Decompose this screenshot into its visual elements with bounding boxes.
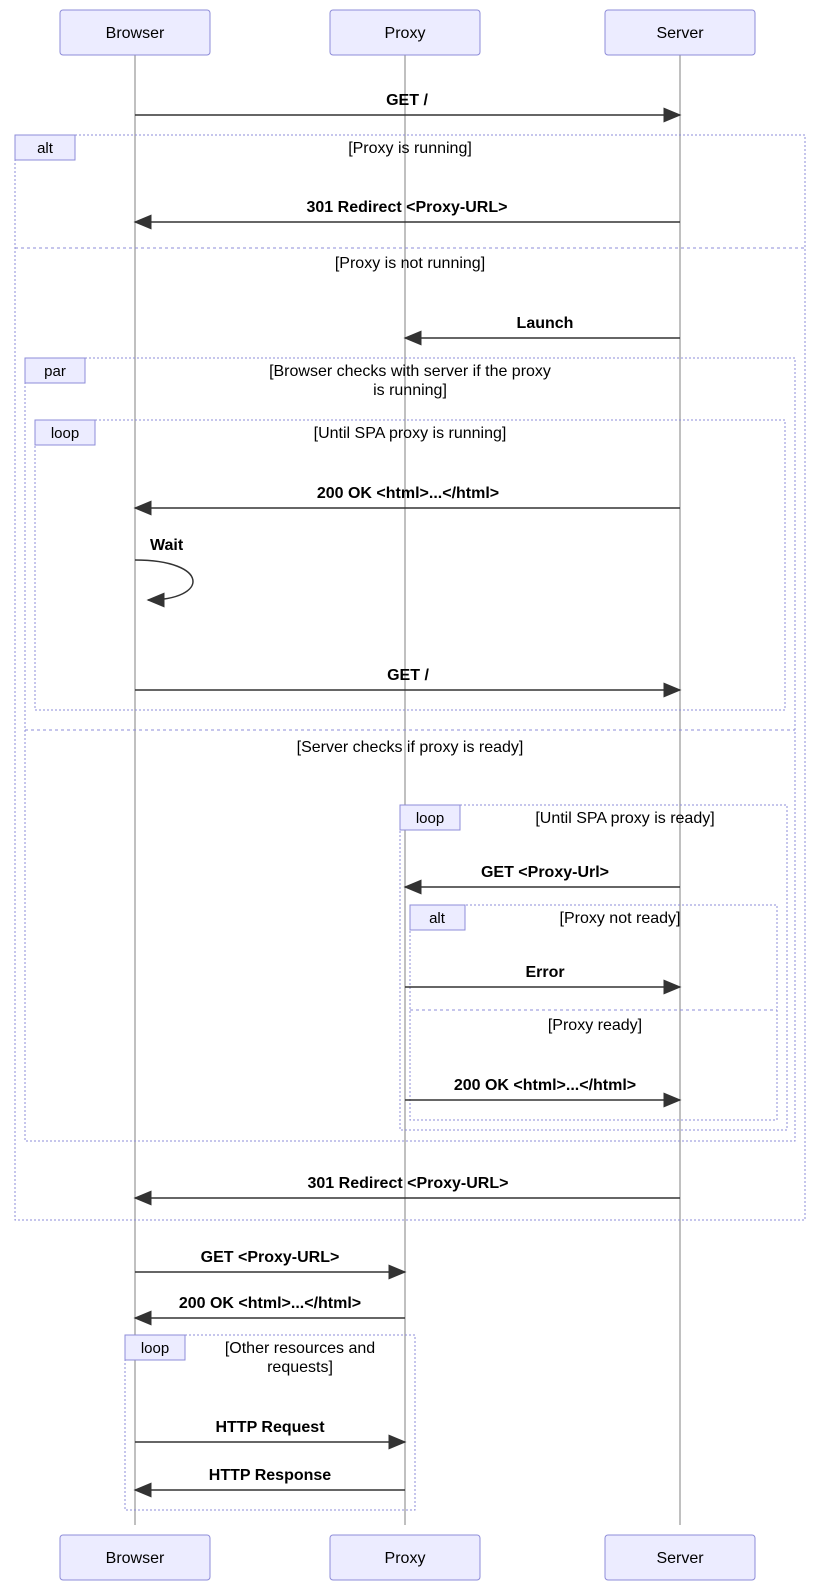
guard-browser-checks-2: is running] bbox=[373, 382, 447, 399]
fragment-loop-1-label: loop bbox=[35, 420, 95, 445]
guard-proxy-ready: [Proxy ready] bbox=[548, 1017, 642, 1034]
msg-wait: Wait bbox=[150, 537, 184, 554]
guard-until-ready: [Until SPA proxy is ready] bbox=[535, 810, 714, 827]
participant-proxy-label: Proxy bbox=[385, 25, 426, 42]
participant-browser-bottom: Browser bbox=[60, 1535, 210, 1580]
fragment-loop-3-label: loop bbox=[125, 1335, 185, 1360]
svg-text:Proxy: Proxy bbox=[385, 1550, 426, 1567]
guard-proxy-not-ready: [Proxy not ready] bbox=[560, 910, 681, 927]
fragment-par-label: par bbox=[25, 358, 85, 383]
msg-get-root-2: GET / bbox=[387, 667, 429, 684]
arrow-wait bbox=[135, 560, 193, 600]
fragment-loop-2-label: loop bbox=[400, 805, 460, 830]
guard-other-1: [Other resources and bbox=[225, 1340, 375, 1357]
fragment-alt-inner-label: alt bbox=[410, 905, 465, 930]
msg-301-2: 301 Redirect <Proxy-URL> bbox=[308, 1175, 509, 1192]
msg-get-proxy-url: GET <Proxy-Url> bbox=[481, 864, 609, 881]
participant-browser-label: Browser bbox=[106, 25, 165, 42]
guard-proxy-running: [Proxy is running] bbox=[348, 140, 472, 157]
svg-text:loop: loop bbox=[141, 1340, 169, 1357]
svg-text:par: par bbox=[44, 363, 66, 380]
msg-200-1: 200 OK <html>...</html> bbox=[317, 485, 499, 502]
svg-text:loop: loop bbox=[416, 810, 444, 827]
msg-error: Error bbox=[525, 964, 564, 981]
participant-proxy-bottom: Proxy bbox=[330, 1535, 480, 1580]
fragment-alt-label: alt bbox=[15, 135, 75, 160]
msg-200-3: 200 OK <html>...</html> bbox=[179, 1295, 361, 1312]
guard-browser-checks-1: [Browser checks with server if the proxy bbox=[269, 363, 551, 380]
msg-200-2: 200 OK <html>...</html> bbox=[454, 1077, 636, 1094]
svg-text:alt: alt bbox=[429, 910, 446, 927]
participant-browser-top: Browser bbox=[60, 10, 210, 55]
participant-server-bottom: Server bbox=[605, 1535, 755, 1580]
svg-text:alt: alt bbox=[37, 140, 54, 157]
guard-other-2: requests] bbox=[267, 1359, 333, 1376]
guard-server-checks: [Server checks if proxy is ready] bbox=[297, 739, 524, 756]
participant-server-top: Server bbox=[605, 10, 755, 55]
participant-proxy-top: Proxy bbox=[330, 10, 480, 55]
msg-get-proxy-url-2: GET <Proxy-URL> bbox=[201, 1249, 340, 1266]
msg-301-1: 301 Redirect <Proxy-URL> bbox=[307, 199, 508, 216]
svg-text:Browser: Browser bbox=[106, 1550, 165, 1567]
sequence-diagram: Browser Proxy Server GET / alt [Proxy is… bbox=[0, 0, 822, 1594]
guard-until-running: [Until SPA proxy is running] bbox=[314, 425, 507, 442]
participant-server-label: Server bbox=[656, 25, 704, 42]
msg-http-response: HTTP Response bbox=[209, 1467, 332, 1484]
msg-http-request: HTTP Request bbox=[215, 1419, 325, 1436]
svg-text:loop: loop bbox=[51, 425, 79, 442]
guard-proxy-not-running: [Proxy is not running] bbox=[335, 255, 485, 272]
msg-get-root: GET / bbox=[386, 92, 428, 109]
svg-text:Server: Server bbox=[656, 1550, 704, 1567]
msg-launch: Launch bbox=[517, 315, 574, 332]
